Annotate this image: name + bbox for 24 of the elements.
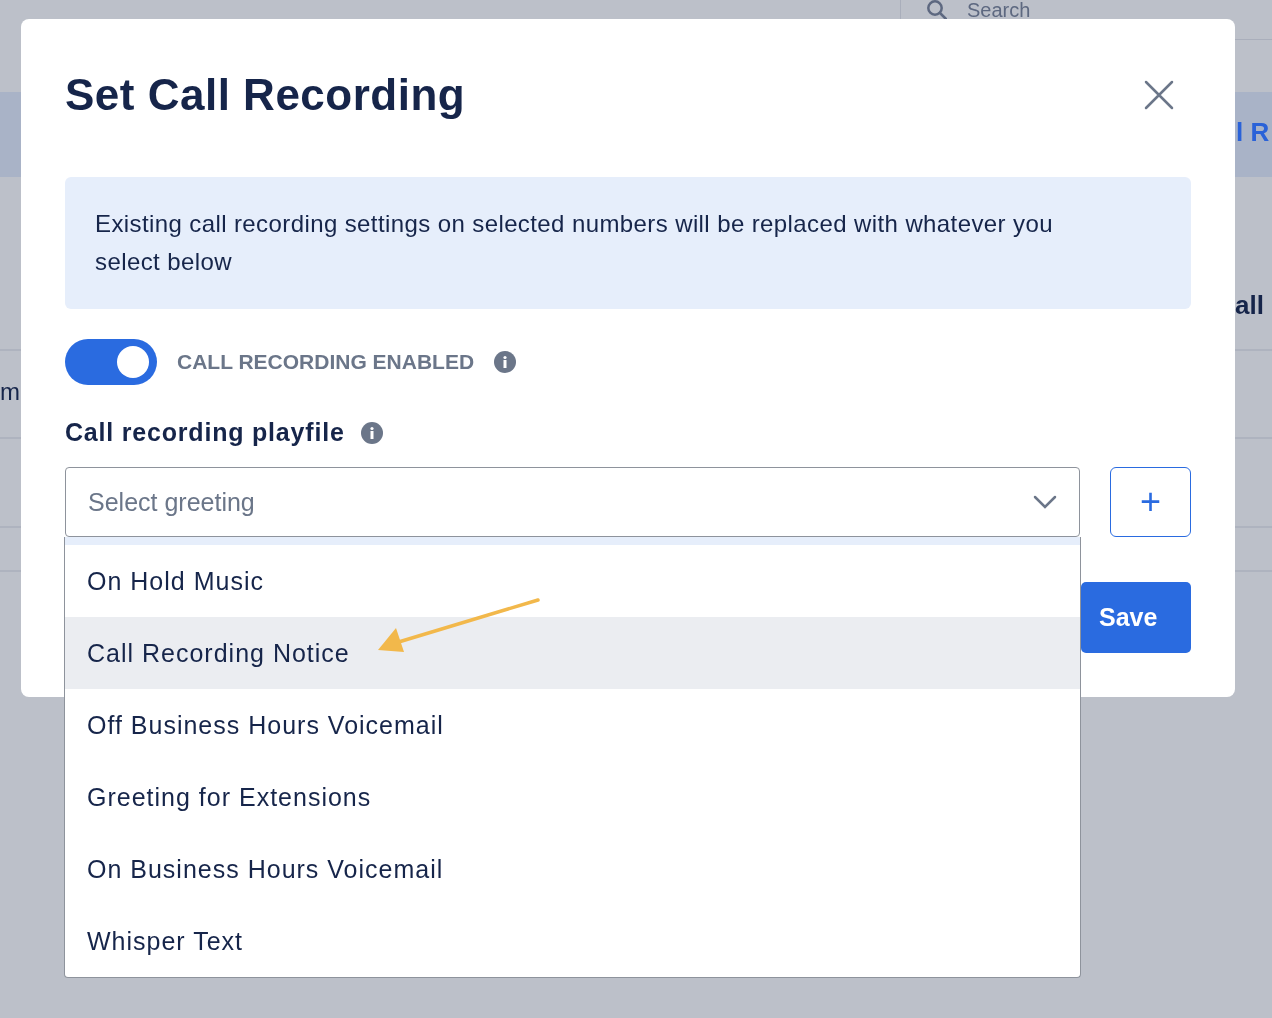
field-label: Call recording playfile	[65, 418, 345, 447]
column-header: l R	[1236, 117, 1270, 148]
column-header: all	[1235, 290, 1264, 321]
dropdown-option[interactable]: On Business Hours Voicemail	[65, 833, 1080, 905]
info-icon	[494, 351, 517, 373]
chevron-down-icon	[1033, 495, 1057, 509]
dialog-title: Set Call Recording	[65, 70, 466, 120]
dropdown-option[interactable]: Off Business Hours Voicemail	[65, 689, 1080, 761]
dropdown-option[interactable]: Call Recording Notice	[65, 617, 1080, 689]
toggle-switch[interactable]	[65, 339, 157, 385]
close-icon	[1143, 79, 1175, 111]
greeting-select[interactable]: Select greeting	[65, 467, 1080, 537]
save-button[interactable]: Save	[1081, 582, 1191, 653]
search-icon	[927, 0, 947, 20]
table-cell: m	[0, 378, 20, 406]
info-notice: Existing call recording settings on selected numbers will be replaced with whatever you select below	[65, 177, 1191, 309]
close-button[interactable]	[1143, 79, 1175, 111]
toggle-label: CALL RECORDING ENABLED	[177, 350, 475, 374]
dropdown-option[interactable]: Whisper Text	[65, 905, 1080, 977]
dropdown-option[interactable]: On Hold Music	[65, 545, 1080, 617]
add-button[interactable]: +	[1110, 467, 1191, 537]
search-placeholder: Search	[967, 0, 1031, 19]
dropdown-option[interactable]: Greeting for Extensions	[65, 761, 1080, 833]
info-icon	[360, 421, 383, 444]
